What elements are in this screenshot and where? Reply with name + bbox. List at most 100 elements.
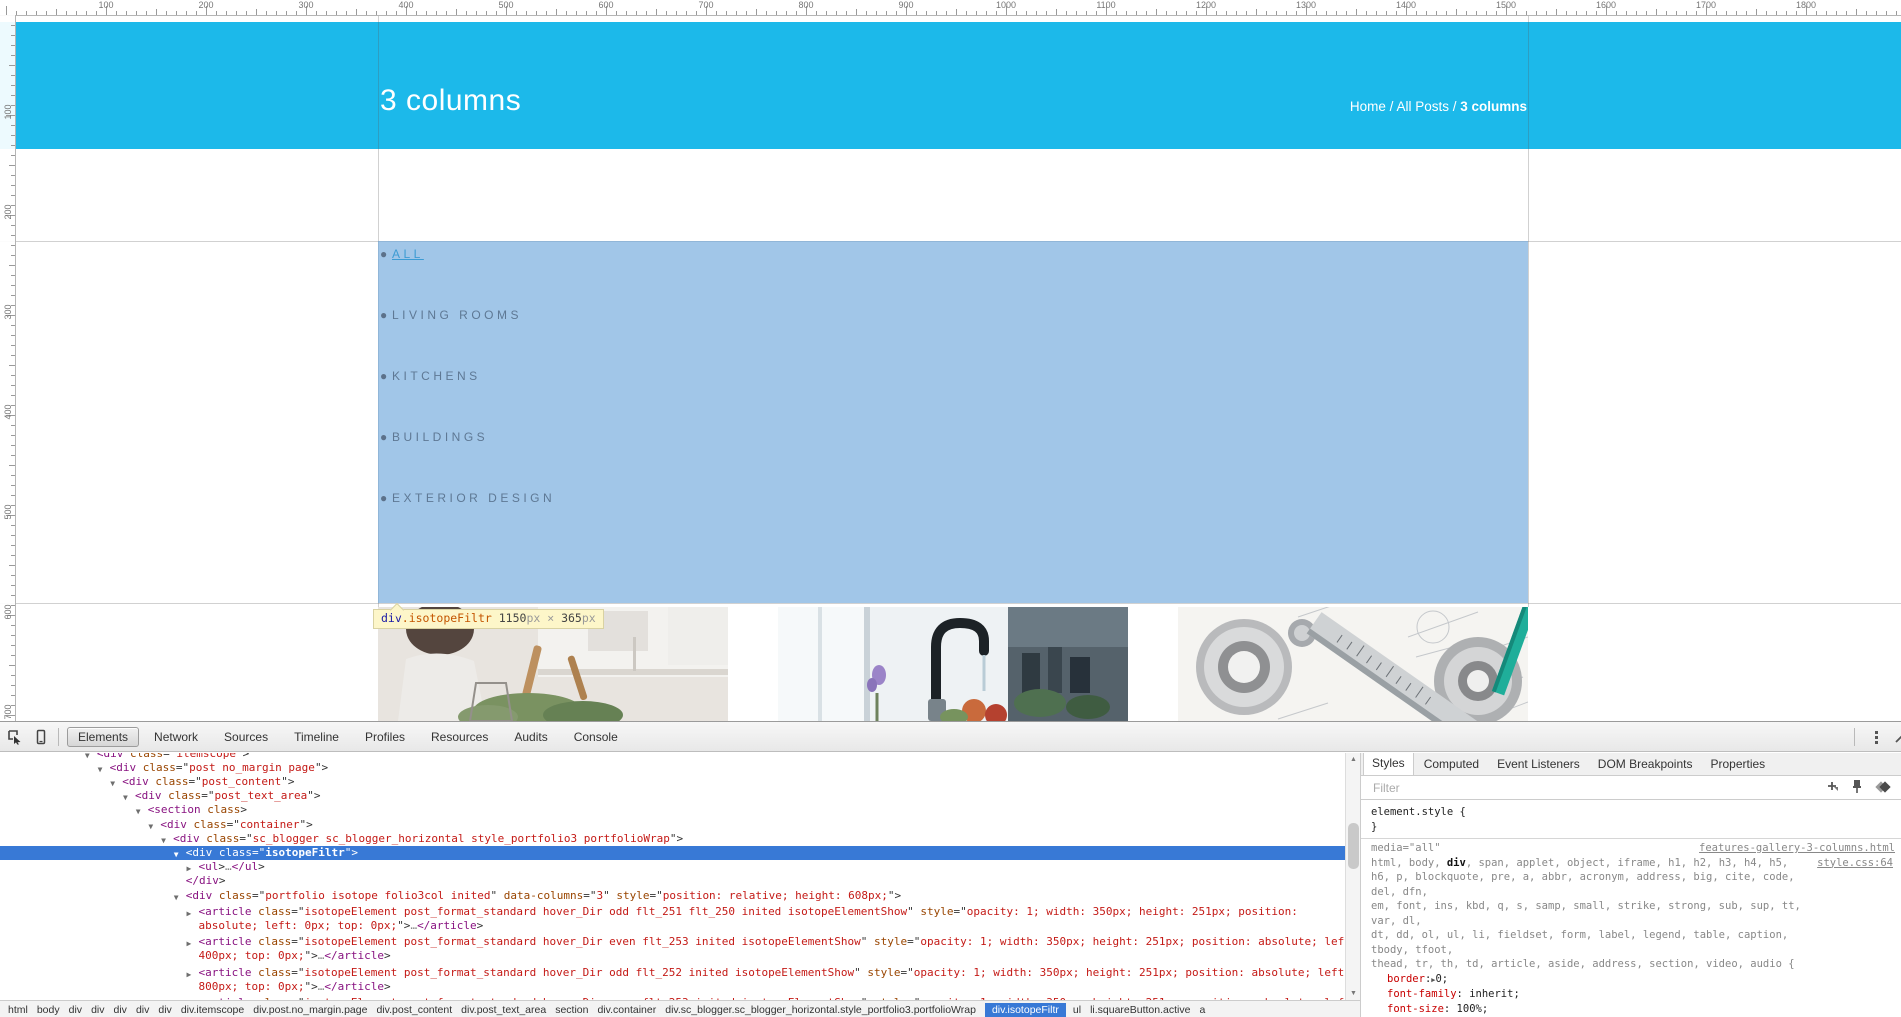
styles-filter-input[interactable]: Filter — [1373, 781, 1400, 795]
filter-item-kitchens[interactable]: ●KITCHENS — [380, 369, 555, 383]
crumb-div.isotopeFiltr[interactable]: div.isotopeFiltr — [985, 1003, 1066, 1017]
tree-row[interactable]: ▶<ul>…</ul> — [0, 860, 1345, 874]
css-rule-block[interactable]: media="all" features-gallery-3-columns.h… — [1361, 838, 1901, 1017]
ruler-tick — [1896, 11, 1897, 15]
devtools-tab-profiles[interactable]: Profiles — [354, 727, 416, 747]
css-property-border[interactable]: border:▶0; — [1371, 972, 1895, 988]
ruler-tick — [9, 565, 15, 566]
filter-item-buildings[interactable]: ●BUILDINGS — [380, 430, 555, 444]
filter-item-all[interactable]: ●ALL — [380, 247, 555, 261]
element-style-block[interactable]: element.style { } — [1361, 803, 1901, 838]
scrollbar-down-icon[interactable]: ▼ — [1346, 987, 1361, 1000]
tree-row[interactable]: ▼<div class="sc_blogger sc_blogger_horiz… — [0, 832, 1345, 846]
devtools-toolbar-right — [1848, 722, 1901, 752]
tree-row[interactable]: ▼<div class="container"> — [0, 818, 1345, 832]
tree-row[interactable]: </div> — [0, 874, 1345, 888]
devtools-tab-console[interactable]: Console — [563, 727, 629, 747]
sidebar-tab-styles[interactable]: Styles — [1363, 753, 1414, 775]
collapsed-arrow-icon[interactable]: ▶ — [187, 968, 192, 982]
ruler-tick — [11, 385, 15, 386]
tree-row-selected[interactable]: ▼<div class="isotopeFiltr"> — [0, 846, 1345, 860]
stylesheet-file-link[interactable]: features-gallery-3-columns.html — [1699, 841, 1895, 856]
dock-side-icon[interactable] — [1891, 727, 1901, 747]
tree-row[interactable]: ▶<article class="isotopeElement post_for… — [0, 935, 1345, 963]
crumb-div[interactable]: div — [91, 1004, 104, 1016]
ruler-tick — [1856, 9, 1857, 15]
css-property-font-size[interactable]: font-size: 100%; — [1371, 1002, 1895, 1017]
crumb-ul[interactable]: ul — [1073, 1004, 1081, 1016]
expand-property-icon[interactable]: ▶ — [1431, 976, 1435, 984]
pin-icon[interactable] — [1851, 779, 1863, 794]
crumb-body[interactable]: body — [37, 1004, 60, 1016]
crumb-div.post_text_area[interactable]: div.post_text_area — [461, 1004, 546, 1016]
tree-row[interactable]: ▼<div class="itemscope"> — [0, 753, 1345, 761]
expanded-arrow-icon[interactable]: ▼ — [174, 891, 179, 905]
elements-scrollbar[interactable]: ▲ ▼ — [1345, 753, 1360, 1000]
devtools-tabs: ElementsNetworkSourcesTimelineProfilesRe… — [65, 722, 631, 751]
ruler-tick — [11, 55, 15, 56]
filter-link[interactable]: BUILDINGS — [392, 430, 488, 444]
crumb-div[interactable]: div — [136, 1004, 149, 1016]
collapsed-arrow-icon[interactable]: ▶ — [187, 937, 192, 951]
ruler-tick — [486, 11, 487, 15]
bullet-icon: ● — [380, 369, 392, 383]
ruler-tick — [796, 11, 797, 15]
devtools-tab-timeline[interactable]: Timeline — [283, 727, 350, 747]
crumb-div[interactable]: div — [69, 1004, 82, 1016]
css-property-font-family[interactable]: font-family: inherit; — [1371, 987, 1895, 1002]
devtools-tab-sources[interactable]: Sources — [213, 727, 279, 747]
crumb-div.itemscope[interactable]: div.itemscope — [181, 1004, 244, 1016]
ruler-tick — [1576, 11, 1577, 15]
filter-item-living-rooms[interactable]: ●LIVING ROOMS — [380, 308, 555, 322]
devtools-tab-resources[interactable]: Resources — [420, 727, 499, 747]
crumb-html[interactable]: html — [8, 1004, 28, 1016]
crumb-div.post.no_margin.page[interactable]: div.post.no_margin.page — [253, 1004, 367, 1016]
tree-row[interactable]: ▼<div class="portfolio isotope folio3col… — [0, 889, 1345, 903]
ruler-tick — [36, 11, 37, 15]
crumb-div.container[interactable]: div.container — [597, 1004, 656, 1016]
tooltip-class: .isotopeFiltr — [402, 611, 492, 625]
toggle-element-state-icon[interactable] — [1873, 780, 1891, 794]
sidebar-tab-properties[interactable]: Properties — [1702, 753, 1773, 775]
sidebar-tab-dom-breakpoints[interactable]: DOM Breakpoints — [1590, 753, 1701, 775]
tree-row[interactable]: ▼<section class> — [0, 803, 1345, 817]
devtools-tab-elements[interactable]: Elements — [67, 727, 139, 747]
scrollbar-up-icon[interactable]: ▲ — [1346, 753, 1361, 766]
breadcrumb-links[interactable]: Home / All Posts / — [1350, 99, 1460, 114]
vertical-dots-icon[interactable] — [1865, 727, 1887, 747]
devtools-tab-audits[interactable]: Audits — [503, 727, 558, 747]
collapsed-arrow-icon[interactable]: ▶ — [187, 907, 192, 921]
tree-row[interactable]: ▼<div class="post_content"> — [0, 775, 1345, 789]
tree-row[interactable]: ▼<div class="post no_margin page"> — [0, 761, 1345, 775]
filter-link[interactable]: ALL — [392, 247, 424, 261]
crumb-a[interactable]: a — [1199, 1004, 1205, 1016]
stylesheet-line-link[interactable]: style.css:64 — [1817, 856, 1893, 871]
tree-row[interactable]: ▼<div class="post_text_area"> — [0, 789, 1345, 803]
ruler-tick — [636, 11, 637, 15]
inspect-icon[interactable] — [4, 727, 26, 747]
filter-link[interactable]: LIVING ROOMS — [392, 308, 522, 322]
crumb-div.sc_blogger.sc_blogger_horizontal.style_portfolio3.portfolioWrap[interactable]: div.sc_blogger.sc_blogger_horizontal.sty… — [665, 1004, 976, 1016]
portfolio-image-kitchen-faucet[interactable] — [778, 607, 1128, 721]
filter-item-exterior-design[interactable]: ●EXTERIOR DESIGN — [380, 491, 555, 505]
device-icon[interactable] — [30, 727, 52, 747]
breadcrumb[interactable]: Home / All Posts / 3 columns — [1350, 99, 1527, 114]
tree-row[interactable]: ▶<article class="isotopeElement post_for… — [0, 905, 1345, 933]
new-style-rule-icon[interactable] — [1825, 780, 1841, 794]
filter-link[interactable]: KITCHENS — [392, 369, 481, 383]
crumb-div[interactable]: div — [114, 1004, 127, 1016]
page-title: 3 columns — [380, 84, 521, 118]
crumb-section[interactable]: section — [555, 1004, 588, 1016]
ruler-tick — [1646, 11, 1647, 15]
filter-link[interactable]: EXTERIOR DESIGN — [392, 491, 555, 505]
tree-row[interactable]: ▶<article class="isotopeElement post_for… — [0, 966, 1345, 994]
scrollbar-thumb[interactable] — [1348, 823, 1359, 869]
sidebar-tab-computed[interactable]: Computed — [1416, 753, 1487, 775]
sidebar-tab-event-listeners[interactable]: Event Listeners — [1489, 753, 1588, 775]
portfolio-image-bearing-caliper[interactable] — [1178, 607, 1528, 721]
devtools-tab-network[interactable]: Network — [143, 727, 209, 747]
crumb-div.post_content[interactable]: div.post_content — [376, 1004, 452, 1016]
crumb-div[interactable]: div — [158, 1004, 171, 1016]
crumb-li.squareButton.active[interactable]: li.squareButton.active — [1090, 1004, 1190, 1016]
ruler-tick — [976, 11, 977, 15]
